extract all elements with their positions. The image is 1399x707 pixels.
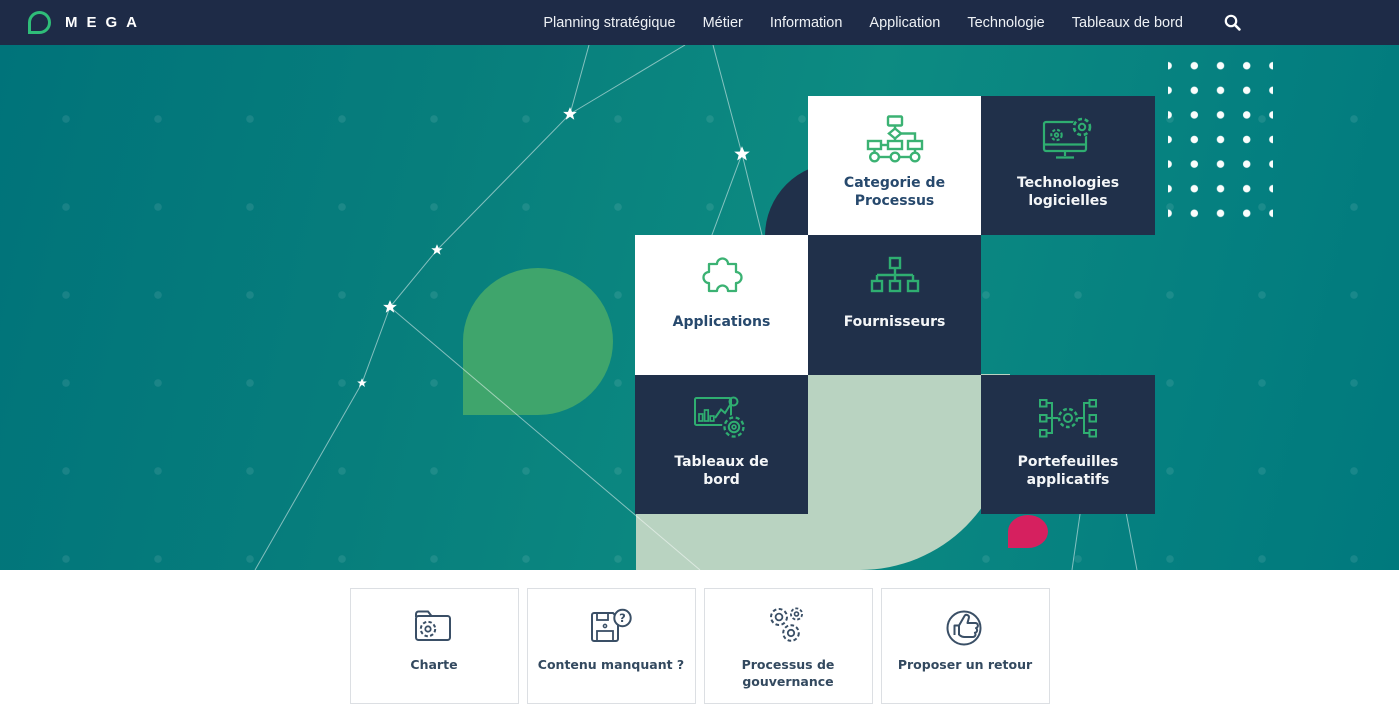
process-flow-icon [865,110,925,168]
tile-label: Categorie de Processus [834,174,955,211]
card-processus-de-gouvernance[interactable]: Processus de gouvernance [704,588,873,704]
gear-network-icon [1038,389,1098,447]
svg-text:?: ? [619,611,626,625]
hero-banner: Categorie de Processus Technologies logi… [0,45,1399,570]
card-label: Processus de gouvernance [715,657,862,691]
tile-tableaux-de-bord[interactable]: Tableaux de bord [635,375,808,514]
org-hierarchy-icon [868,249,922,307]
main-nav: Planning stratégique Métier Information … [543,14,1371,31]
mega-portal-page: MEGA Planning stratégique Métier Informa… [0,0,1399,707]
nav-item-technologie[interactable]: Technologie [967,15,1044,31]
tile-portefeuilles-applicatifs[interactable]: Portefeuilles applicatifs [981,375,1155,514]
puzzle-icon [697,249,747,307]
nav-item-planning-strategique[interactable]: Planning stratégique [543,15,675,31]
tile-technologies-logicielles[interactable]: Technologies logicielles [981,96,1155,235]
card-contenu-manquant[interactable]: ? Contenu manquant ? [527,588,696,704]
search-icon[interactable] [1224,14,1241,31]
monitor-gears-icon [1039,110,1097,168]
tile-label: Technologies logicielles [1007,174,1129,211]
card-charte[interactable]: Charte [350,588,519,704]
mega-logo-icon [28,11,51,34]
tile-fournisseurs[interactable]: Fournisseurs [808,235,981,375]
top-navbar: MEGA Planning stratégique Métier Informa… [0,0,1399,45]
white-dot-grid [1168,53,1273,226]
tile-categorie-de-processus[interactable]: Categorie de Processus [808,96,981,235]
folder-gear-icon [409,602,459,650]
nav-item-tableaux-de-bord[interactable]: Tableaux de bord [1072,15,1183,31]
thumbs-up-icon [940,602,990,650]
card-label: Charte [410,657,457,674]
nav-item-application[interactable]: Application [869,15,940,31]
nav-item-metier[interactable]: Métier [703,15,743,31]
brand[interactable]: MEGA [28,11,146,34]
disk-question-icon: ? [586,602,636,650]
tile-label: Applications [673,313,771,331]
dashboard-gear-icon [693,389,751,447]
card-proposer-un-retour[interactable]: Proposer un retour [881,588,1050,704]
gears-icon [763,602,813,650]
brand-name: MEGA [65,14,146,31]
nav-item-information[interactable]: Information [770,15,843,31]
tile-label: Portefeuilles applicatifs [1007,453,1129,490]
card-label: Contenu manquant ? [538,657,684,674]
tile-label: Tableaux de bord [661,453,782,490]
tile-label: Fournisseurs [844,313,946,331]
quick-links-row: Charte ? Contenu manquant ? [0,570,1399,707]
tile-applications[interactable]: Applications [635,235,808,375]
card-label: Proposer un retour [898,657,1032,674]
pink-bubble-shape [1008,515,1048,548]
